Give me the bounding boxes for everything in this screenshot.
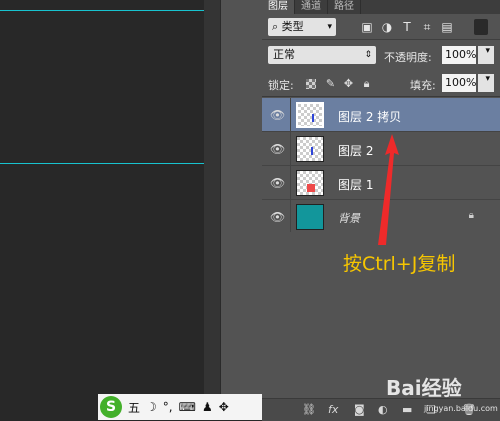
annotation-arrow [378, 134, 399, 245]
ime-wubi-button[interactable]: 五 [128, 399, 140, 416]
keyboard-icon[interactable]: ⌨ [179, 400, 196, 414]
watermark-url: jingyan.baidu.com [424, 404, 498, 413]
punctuation-icon[interactable]: °, [163, 400, 173, 414]
watermark: Bai经验 [386, 376, 462, 400]
moon-icon[interactable]: ☽ [146, 400, 157, 414]
sogou-logo-icon[interactable]: S [100, 396, 122, 418]
user-icon[interactable]: ♟ [202, 400, 213, 414]
ime-toolbar: S 五 ☽ °, ⌨ ♟ ✥ [98, 394, 262, 420]
grid-icon[interactable]: ✥ [219, 400, 229, 414]
annotation-text: 按Ctrl+J复制 [343, 253, 456, 275]
